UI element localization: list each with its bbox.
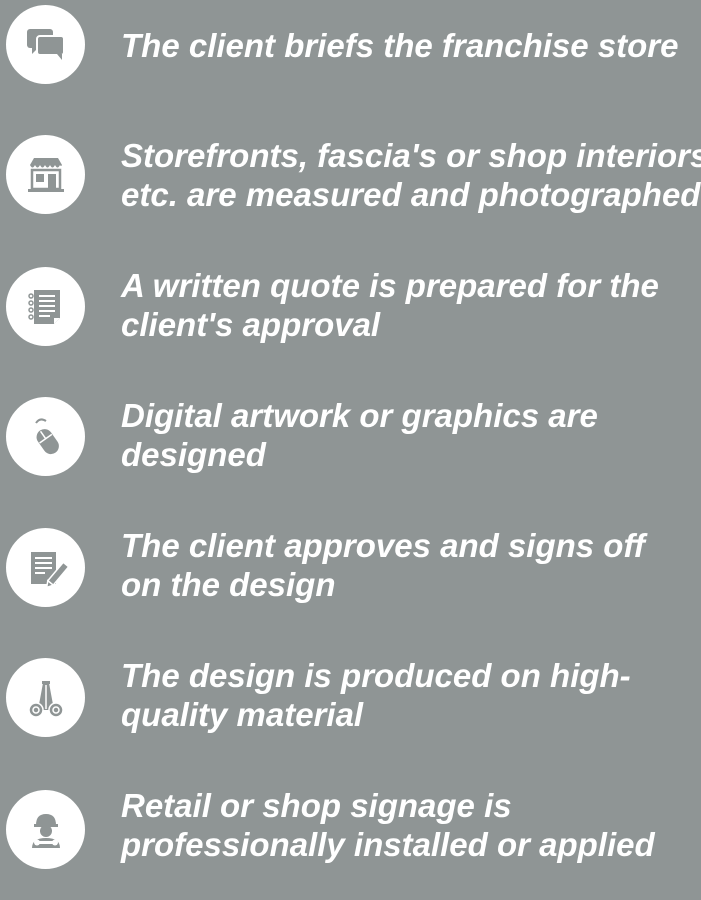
step-install: Retail or shop signage is professionally… (0, 780, 701, 900)
step-brief-text: The client briefs the franchise store (121, 27, 679, 64)
sign-document-icon (6, 528, 85, 607)
step-brief: The client briefs the franchise store (0, 0, 701, 120)
storefront-icon (6, 135, 85, 214)
document-list-icon (6, 267, 85, 346)
process-steps: The client briefs the franchise store St… (0, 0, 701, 869)
computer-mouse-icon (6, 397, 85, 476)
step-produce: The design is produced on high- quality … (0, 650, 701, 770)
step-measure-text: Storefronts, fascia's or shop interiors … (121, 137, 701, 213)
step-produce-text: The design is produced on high- quality … (121, 657, 631, 733)
material-rolls-icon (6, 658, 85, 737)
step-install-text: Retail or shop signage is professionally… (121, 787, 655, 863)
step-quote-text: A written quote is prepared for the clie… (121, 267, 659, 343)
step-design: Digital artwork or graphics are designed (0, 390, 701, 510)
step-design-text: Digital artwork or graphics are designed (121, 397, 598, 473)
step-quote: A written quote is prepared for the clie… (0, 260, 701, 380)
step-measure: Storefronts, fascia's or shop interiors … (0, 130, 701, 250)
step-approve-text: The client approves and signs off on the… (121, 527, 645, 603)
installer-worker-icon (6, 790, 85, 869)
chat-bubbles-icon (6, 5, 85, 84)
step-approve: The client approves and signs off on the… (0, 520, 701, 640)
